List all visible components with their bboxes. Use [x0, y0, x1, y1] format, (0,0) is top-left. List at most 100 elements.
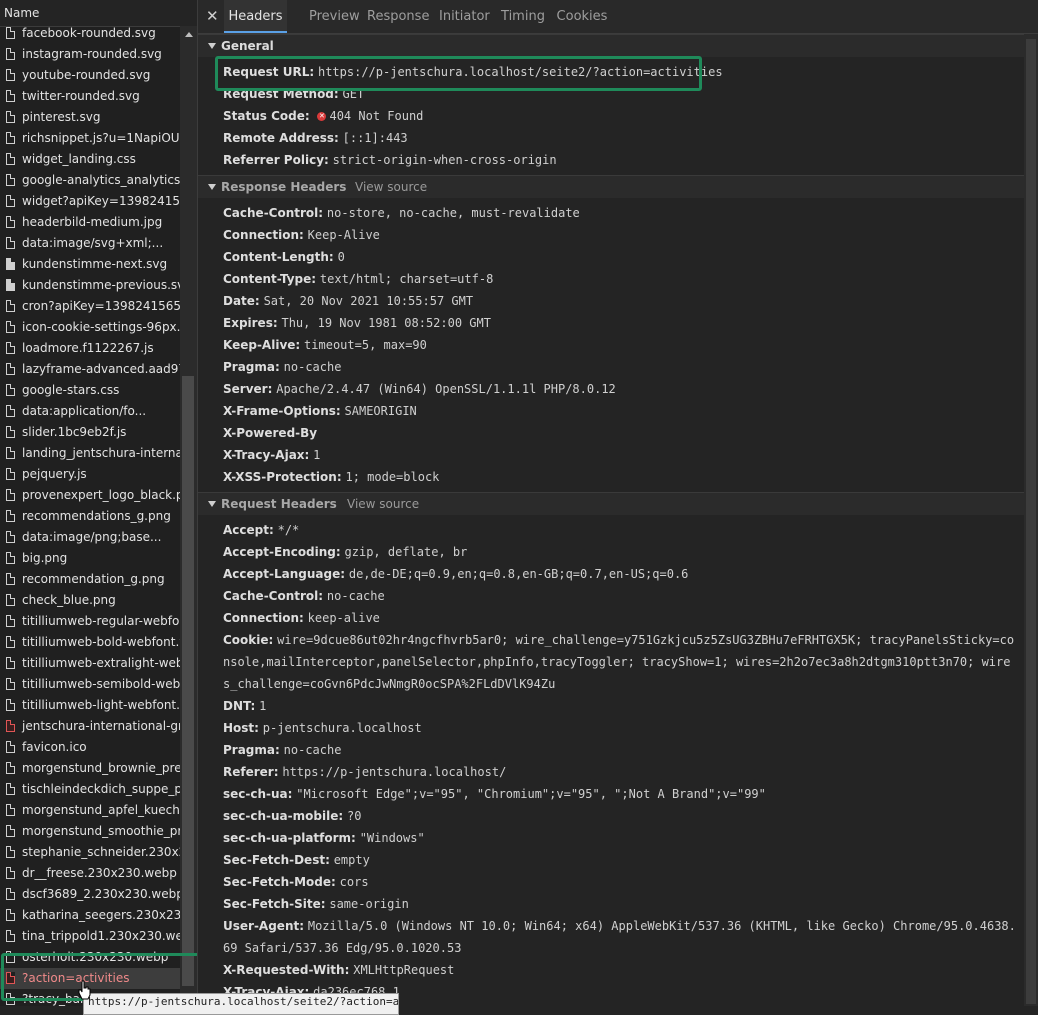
request-list-item[interactable]: provenexpert_logo_black.png: [0, 485, 180, 506]
request-list-item[interactable]: stephanie_schneider.230x230.: [0, 842, 180, 863]
request-list-item[interactable]: katharina_seegers.230x230.we: [0, 905, 180, 926]
view-source-link[interactable]: View source: [347, 493, 419, 515]
file-icon: [6, 909, 15, 921]
request-list-item[interactable]: titilliumweb-bold-webfont.wo: [0, 632, 180, 653]
request-name: morgenstund_smoothie_press: [22, 824, 180, 838]
scroll-up-arrow-icon[interactable]: [185, 32, 193, 37]
file-icon: [6, 762, 15, 774]
file-icon: [6, 699, 15, 711]
request-header-rows: Accept: */* Accept-Encoding: gzip, deflat…: [198, 515, 1024, 1003]
request-name: kundenstimme-next.svg: [22, 257, 168, 271]
request-name: favicon.ico: [22, 740, 87, 754]
request-list-item[interactable]: twitter-rounded.svg: [0, 86, 180, 107]
response-headers-section-header[interactable]: Response Headers View source: [198, 175, 1024, 198]
request-list-item[interactable]: data:application/fo...: [0, 401, 180, 422]
tab-response[interactable]: Response: [367, 0, 429, 33]
request-list-item[interactable]: favicon.ico: [0, 737, 180, 758]
request-list-item[interactable]: loadmore.f1122267.js: [0, 338, 180, 359]
request-list-item[interactable]: facebook-rounded.svg: [0, 23, 180, 44]
request-list-item[interactable]: recommendations_g.png: [0, 506, 180, 527]
request-list-item[interactable]: headerbild-medium.jpg: [0, 212, 180, 233]
request-list-item[interactable]: kundenstimme-previous.svg: [0, 275, 180, 296]
request-list-item[interactable]: titilliumweb-semibold-webfor: [0, 674, 180, 695]
request-name: tischleindeckdich_suppe_press: [22, 782, 180, 796]
request-list-item[interactable]: lazyframe-advanced.aad971c6: [0, 359, 180, 380]
header-key: Sec-Fetch-Mode:: [223, 875, 336, 889]
header-key: sec-ch-ua-platform:: [223, 831, 356, 845]
request-name: data:image/png;base...: [22, 530, 162, 544]
header-key: DNT:: [223, 699, 256, 713]
file-icon: [6, 468, 15, 480]
request-list-item[interactable]: google-analytics_analytics.js?s: [0, 170, 180, 191]
request-list-item[interactable]: data:image/png;base...: [0, 527, 180, 548]
file-icon: [6, 825, 15, 837]
request-name: data:application/fo...: [22, 404, 147, 418]
header-value: "Microsoft Edge";v="95", "Chromium";v="9…: [296, 787, 766, 801]
request-list-item[interactable]: morgenstund_smoothie_press: [0, 821, 180, 842]
header-row: Server: Apache/2.4.47 (Win64) OpenSSL/1.…: [198, 378, 1024, 400]
header-value: 404 Not Found: [329, 109, 424, 123]
header-key: Accept-Encoding:: [223, 545, 341, 559]
tab-timing[interactable]: Timing: [498, 0, 548, 33]
request-name: pejquery.js: [22, 467, 87, 481]
request-list-item[interactable]: richsnippet.js?u=1NapiOUBjH: [0, 128, 180, 149]
request-list-item[interactable]: cron?apiKey=1398241565bdf: [0, 296, 180, 317]
tab-initiator[interactable]: Initiator: [439, 0, 490, 33]
request-list-item[interactable]: widget?apiKey=1398241565b: [0, 191, 180, 212]
request-list-item[interactable]: tischleindeckdich_suppe_press: [0, 779, 180, 800]
details-scrollbar[interactable]: [1024, 34, 1038, 1006]
request-list-item[interactable]: pejquery.js: [0, 464, 180, 485]
header-key: Host:: [223, 721, 259, 735]
request-name: stephanie_schneider.230x230.: [22, 845, 180, 859]
request-list-item[interactable]: recommendation_g.png: [0, 569, 180, 590]
request-list-item[interactable]: check_blue.png: [0, 590, 180, 611]
request-list-item[interactable]: youtube-rounded.svg: [0, 65, 180, 86]
request-list-item[interactable]: icon-cookie-settings-96px.png: [0, 317, 180, 338]
request-name: widget?apiKey=1398241565b: [22, 194, 180, 208]
close-icon[interactable]: ✕: [206, 7, 219, 25]
request-list-item[interactable]: titilliumweb-regular-webfont.: [0, 611, 180, 632]
file-icon: [6, 363, 15, 375]
tab-headers[interactable]: Headers: [224, 0, 287, 33]
request-name: lazyframe-advanced.aad971c6: [22, 362, 180, 376]
request-list-item[interactable]: tina_trippold1.230x230.webp: [0, 926, 180, 947]
file-icon: [6, 48, 15, 60]
file-icon: [6, 930, 15, 942]
request-list-item[interactable]: google-stars.css: [0, 380, 180, 401]
request-list-item[interactable]: morgenstund_apfel_kuechlein: [0, 800, 180, 821]
request-list-item[interactable]: dscf3689_2.230x230.webp: [0, 884, 180, 905]
file-icon: [6, 510, 15, 522]
request-list-item[interactable]: data:image/svg+xml;...: [0, 233, 180, 254]
header-row: sec-ch-ua-mobile: ?0: [198, 805, 1024, 827]
request-list-item[interactable]: kundenstimme-next.svg: [0, 254, 180, 275]
header-key: Accept:: [223, 523, 274, 537]
request-list-item[interactable]: titilliumweb-light-webfont.wo: [0, 695, 180, 716]
header-row: Pragma: no-cache: [198, 739, 1024, 761]
request-headers-section-header[interactable]: Request Headers View source: [198, 492, 1024, 515]
scrollbar-thumb[interactable]: [1026, 39, 1036, 1004]
request-list-item[interactable]: morgenstund_brownie_presse: [0, 758, 180, 779]
tab-cookies[interactable]: Cookies: [554, 0, 610, 33]
request-list-item[interactable]: dr__freese.230x230.webp: [0, 863, 180, 884]
request-list-scrollbar[interactable]: [180, 26, 197, 1006]
header-key: Cookie:: [223, 633, 274, 647]
header-row: Accept-Encoding: gzip, deflate, br: [198, 541, 1024, 563]
request-list-item[interactable]: slider.1bc9eb2f.js: [0, 422, 180, 443]
header-row: Sec-Fetch-Dest: empty: [198, 849, 1024, 871]
header-key: Cache-Control:: [223, 206, 324, 220]
request-list-item[interactable]: big.png: [0, 548, 180, 569]
request-list-item[interactable]: landing_jentschura-internatio...: [0, 443, 180, 464]
view-source-link[interactable]: View source: [355, 176, 427, 198]
header-row: Content-Type: text/html; charset=utf-8: [198, 268, 1024, 290]
request-list-item[interactable]: pinterest.svg: [0, 107, 180, 128]
tab-preview[interactable]: Preview: [309, 0, 360, 33]
general-section-header[interactable]: General: [198, 34, 1024, 57]
header-key: Referer:: [223, 765, 279, 779]
scrollbar-thumb[interactable]: [182, 376, 194, 986]
request-list-item[interactable]: widget_landing.css: [0, 149, 180, 170]
file-icon: [6, 27, 15, 39]
request-list-item[interactable]: instagram-rounded.svg: [0, 44, 180, 65]
request-name: katharina_seegers.230x230.we: [22, 908, 180, 922]
request-list-item[interactable]: titilliumweb-extralight-webfor: [0, 653, 180, 674]
request-list-item[interactable]: jentschura-international-gmb.: [0, 716, 180, 737]
